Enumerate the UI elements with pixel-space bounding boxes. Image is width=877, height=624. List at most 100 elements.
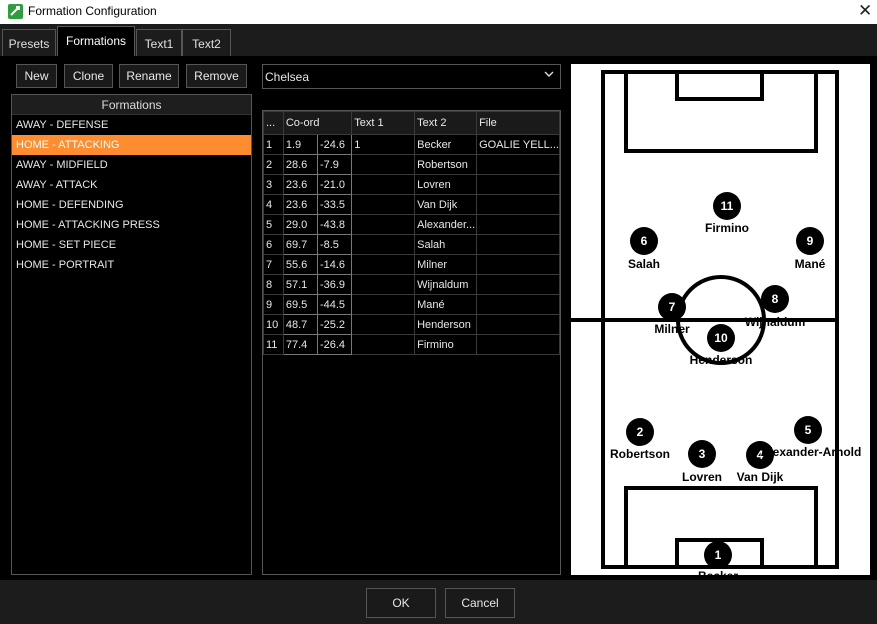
cell-text2[interactable]: Van Dijk (414, 194, 478, 215)
table-row[interactable]: 2 28.6 -7.9 Robertson (263, 154, 560, 175)
cell-coord-y[interactable]: -33.5 (316, 194, 353, 215)
formation-item[interactable]: AWAY - DEFENSE (12, 115, 251, 135)
cell-text1[interactable] (351, 214, 416, 235)
player-marker[interactable]: 9 Mané (795, 227, 826, 271)
player-marker[interactable]: 6 Salah (628, 227, 660, 271)
formation-item-selected[interactable]: HOME - ATTACKING (12, 135, 251, 155)
cell-text2[interactable]: Wijnaldum (414, 274, 478, 295)
cell-text1[interactable] (351, 174, 416, 195)
formation-item[interactable]: HOME - ATTACKING PRESS (12, 215, 251, 235)
player-marker[interactable]: 10 Henderson (690, 324, 753, 367)
cell-text2[interactable]: Henderson (414, 314, 478, 335)
cell-coord-x[interactable]: 77.4 (282, 334, 318, 355)
cell-coord-y[interactable]: -24.6 (316, 134, 353, 155)
cell-coord-x[interactable]: 23.6 (282, 194, 318, 215)
cell-index[interactable]: 4 (263, 194, 284, 215)
col-header-file[interactable]: File (476, 111, 560, 135)
cell-text1[interactable] (351, 294, 416, 315)
cell-coord-x[interactable]: 69.5 (282, 294, 318, 315)
cell-coord-x[interactable]: 57.1 (282, 274, 318, 295)
team-select[interactable]: Chelsea (262, 64, 561, 89)
cell-index[interactable]: 6 (263, 234, 284, 255)
new-button[interactable]: New (16, 64, 57, 88)
table-row[interactable]: 11 77.4 -26.4 Firmino (263, 334, 560, 355)
cell-coord-y[interactable]: -43.8 (316, 214, 353, 235)
cell-coord-x[interactable]: 28.6 (282, 154, 318, 175)
cell-text2[interactable]: Mané (414, 294, 478, 315)
table-row[interactable]: 9 69.5 -44.5 Mané (263, 294, 560, 315)
player-marker[interactable]: 2 Robertson (610, 418, 670, 461)
cell-index[interactable]: 5 (263, 214, 284, 235)
cell-file[interactable] (476, 234, 560, 255)
cell-coord-y[interactable]: -8.5 (316, 234, 353, 255)
cell-coord-y[interactable]: -21.0 (316, 174, 353, 195)
cell-file[interactable] (476, 214, 560, 235)
rename-button[interactable]: Rename (119, 64, 179, 88)
cell-index[interactable]: 3 (263, 174, 284, 195)
cell-text1[interactable] (351, 234, 416, 255)
cell-index[interactable]: 2 (263, 154, 284, 175)
cell-file[interactable] (476, 314, 560, 335)
cell-coord-y[interactable]: -25.2 (316, 314, 353, 335)
cell-coord-x[interactable]: 48.7 (282, 314, 318, 335)
cell-file[interactable]: GOALIE YELL... (476, 134, 560, 155)
formation-item[interactable]: HOME - DEFENDING (12, 195, 251, 215)
cell-text2[interactable]: Robertson (414, 154, 478, 175)
col-header-text2[interactable]: Text 2 (414, 111, 478, 135)
cell-coord-x[interactable]: 1.9 (282, 134, 318, 155)
formation-item[interactable]: HOME - SET PIECE (12, 235, 251, 255)
pitch-view[interactable]: 1Becker2Robertson3Lovren4Van Dijk5Alexan… (571, 64, 870, 575)
cell-text2[interactable]: Lovren (414, 174, 478, 195)
cell-coord-x[interactable]: 55.6 (282, 254, 318, 275)
cell-coord-y[interactable]: -7.9 (316, 154, 353, 175)
formation-item[interactable]: AWAY - ATTACK (12, 175, 251, 195)
chevron-down-icon[interactable] (544, 69, 554, 79)
cell-index[interactable]: 8 (263, 274, 284, 295)
cell-coord-y[interactable]: -14.6 (316, 254, 353, 275)
cell-index[interactable]: 1 (263, 134, 284, 155)
col-header-text1[interactable]: Text 1 (351, 111, 416, 135)
cell-text1[interactable] (351, 334, 416, 355)
clone-button[interactable]: Clone (64, 64, 113, 88)
cell-index[interactable]: 7 (263, 254, 284, 275)
table-row[interactable]: 5 29.0 -43.8 Alexander... (263, 214, 560, 235)
cell-file[interactable] (476, 194, 560, 215)
cell-index[interactable]: 9 (263, 294, 284, 315)
table-row[interactable]: 3 23.6 -21.0 Lovren (263, 174, 560, 195)
cell-file[interactable] (476, 254, 560, 275)
col-header-coord[interactable]: Co-ord (282, 111, 353, 135)
cell-coord-x[interactable]: 29.0 (282, 214, 318, 235)
tab-text2[interactable]: Text2 (182, 29, 231, 56)
ok-button[interactable]: OK (366, 588, 436, 618)
tab-text1[interactable]: Text1 (136, 29, 182, 56)
cell-text1[interactable]: 1 (351, 134, 416, 155)
table-row[interactable]: 4 23.6 -33.5 Van Dijk (263, 194, 560, 215)
table-row[interactable]: 8 57.1 -36.9 Wijnaldum (263, 274, 560, 295)
cancel-button[interactable]: Cancel (445, 588, 515, 618)
table-row[interactable]: 7 55.6 -14.6 Milner (263, 254, 560, 275)
cell-text2[interactable]: Milner (414, 254, 478, 275)
player-marker[interactable]: 11 Firmino (705, 192, 749, 235)
table-row[interactable]: 10 48.7 -25.2 Henderson (263, 314, 560, 335)
cell-text1[interactable] (351, 194, 416, 215)
cell-file[interactable] (476, 274, 560, 295)
cell-file[interactable] (476, 334, 560, 355)
cell-text1[interactable] (351, 274, 416, 295)
cell-text2[interactable]: Salah (414, 234, 478, 255)
cell-file[interactable] (476, 174, 560, 195)
table-row[interactable]: 6 69.7 -8.5 Salah (263, 234, 560, 255)
cell-text1[interactable] (351, 254, 416, 275)
cell-text2[interactable]: Becker (414, 134, 478, 155)
table-row[interactable]: 1 1.9 -24.6 1 Becker GOALIE YELL... (263, 134, 560, 155)
cell-text2[interactable]: Firmino (414, 334, 478, 355)
player-marker[interactable]: 1 Becker (698, 541, 738, 575)
cell-coord-x[interactable]: 23.6 (282, 174, 318, 195)
cell-coord-x[interactable]: 69.7 (282, 234, 318, 255)
tab-presets[interactable]: Presets (2, 29, 56, 56)
player-marker[interactable]: 3 Lovren (682, 440, 722, 484)
cell-text2[interactable]: Alexander... (414, 214, 478, 235)
cell-coord-y[interactable]: -44.5 (316, 294, 353, 315)
cell-coord-y[interactable]: -26.4 (316, 334, 353, 355)
cell-index[interactable]: 10 (263, 314, 284, 335)
cell-index[interactable]: 11 (263, 334, 284, 355)
